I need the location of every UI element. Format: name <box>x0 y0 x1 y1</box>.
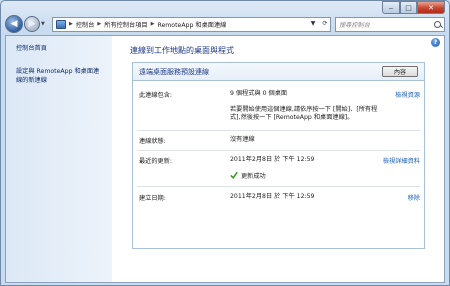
divider <box>137 130 420 131</box>
properties-button[interactable]: 內容 <box>382 66 418 77</box>
status-value: 沒有連線 <box>230 136 255 143</box>
checkmark-icon <box>230 171 238 179</box>
connection-panel: 遠端桌面服務預設連線 內容 此連線包含: 9 個程式與 0 個桌面 檢視資源 若… <box>132 62 425 249</box>
refresh-button[interactable]: ⟳ <box>319 17 331 30</box>
refresh-icon: ⟳ <box>322 19 328 27</box>
content-area: 控制台首頁 設定與 RemoteApp 和桌面連線的新連線 ? 連線到工作地點的… <box>5 35 445 283</box>
control-panel-window: ‒ □ ✕ ◀ ▶ ▼ ▶ 控制台 ▶ 所有控制台項目 ▶ RemoteApp … <box>0 0 450 286</box>
status-label: 連線狀態: <box>139 138 166 145</box>
connection-name: 遠端桌面服務預設連線 <box>139 67 209 76</box>
search-placeholder: 搜尋控制台 <box>339 21 370 29</box>
view-resources-link[interactable]: 檢視資源 <box>395 90 420 99</box>
back-button[interactable]: ◀ <box>5 15 23 33</box>
created-label: 建立日期: <box>139 195 166 202</box>
recent-pages-dropdown[interactable]: ▼ <box>41 21 49 27</box>
view-details-link[interactable]: 檢視詳細資料 <box>383 156 420 165</box>
address-bar[interactable]: ▶ 控制台 ▶ 所有控制台項目 ▶ RemoteApp 和桌面連線 ▼ ⟳ <box>52 16 331 32</box>
arrow-right-icon: ▶ <box>28 19 36 29</box>
sidebar-item-setup-connection[interactable]: 設定與 RemoteApp 和桌面連線的新連線 <box>16 67 102 85</box>
remove-link[interactable]: 移除 <box>408 193 420 202</box>
help-icon[interactable]: ? <box>431 38 440 47</box>
breadcrumb-chevron-icon[interactable]: ▶ <box>69 21 73 27</box>
created-value: 2011年2月8日 於 下午 12:59 <box>230 193 315 200</box>
address-dropdown-button[interactable]: ▼ <box>307 17 319 30</box>
sidebar: 控制台首頁 設定與 RemoteApp 和桌面連線的新連線 <box>6 36 112 282</box>
divider <box>137 150 420 151</box>
arrow-left-icon: ◀ <box>10 19 18 29</box>
breadcrumb-chevron-icon[interactable]: ▶ <box>97 21 101 27</box>
update-result: 更新成功 <box>241 173 266 180</box>
contains-value: 9 個程式與 0 個桌面 <box>230 90 288 97</box>
last-update-label: 最近的更新: <box>139 158 173 165</box>
search-icon[interactable] <box>434 20 441 28</box>
divider <box>137 186 420 187</box>
page-title: 連線到工作地點的桌面與程式 <box>130 46 234 55</box>
contains-label: 此連線包含: <box>139 92 173 99</box>
breadcrumb-remoteapp[interactable]: RemoteApp 和桌面連線 <box>157 20 226 29</box>
navigation-bar: ◀ ▶ ▼ ▶ 控制台 ▶ 所有控制台項目 ▶ RemoteApp 和桌面連線 … <box>5 13 445 35</box>
contains-note: 若要開始使用這個連線,請依序按一下 [開始]、[所有程式],然後按一下 [Rem… <box>230 106 378 121</box>
breadcrumb-all-items[interactable]: 所有控制台項目 <box>104 20 147 29</box>
last-update-value: 2011年2月8日 於 下午 12:59 <box>230 156 315 163</box>
control-panel-icon <box>56 19 66 29</box>
panel-header: 遠端桌面服務預設連線 內容 <box>133 63 424 81</box>
breadcrumb-control-panel[interactable]: 控制台 <box>76 20 95 29</box>
sidebar-item-home[interactable]: 控制台首頁 <box>16 44 102 53</box>
search-box[interactable]: 搜尋控制台 <box>335 16 445 32</box>
main-pane: ? 連線到工作地點的桌面與程式 遠端桌面服務預設連線 內容 此連線包含: 9 個… <box>112 36 444 282</box>
breadcrumb-chevron-icon[interactable]: ▶ <box>151 21 155 27</box>
forward-button[interactable]: ▶ <box>24 16 40 32</box>
